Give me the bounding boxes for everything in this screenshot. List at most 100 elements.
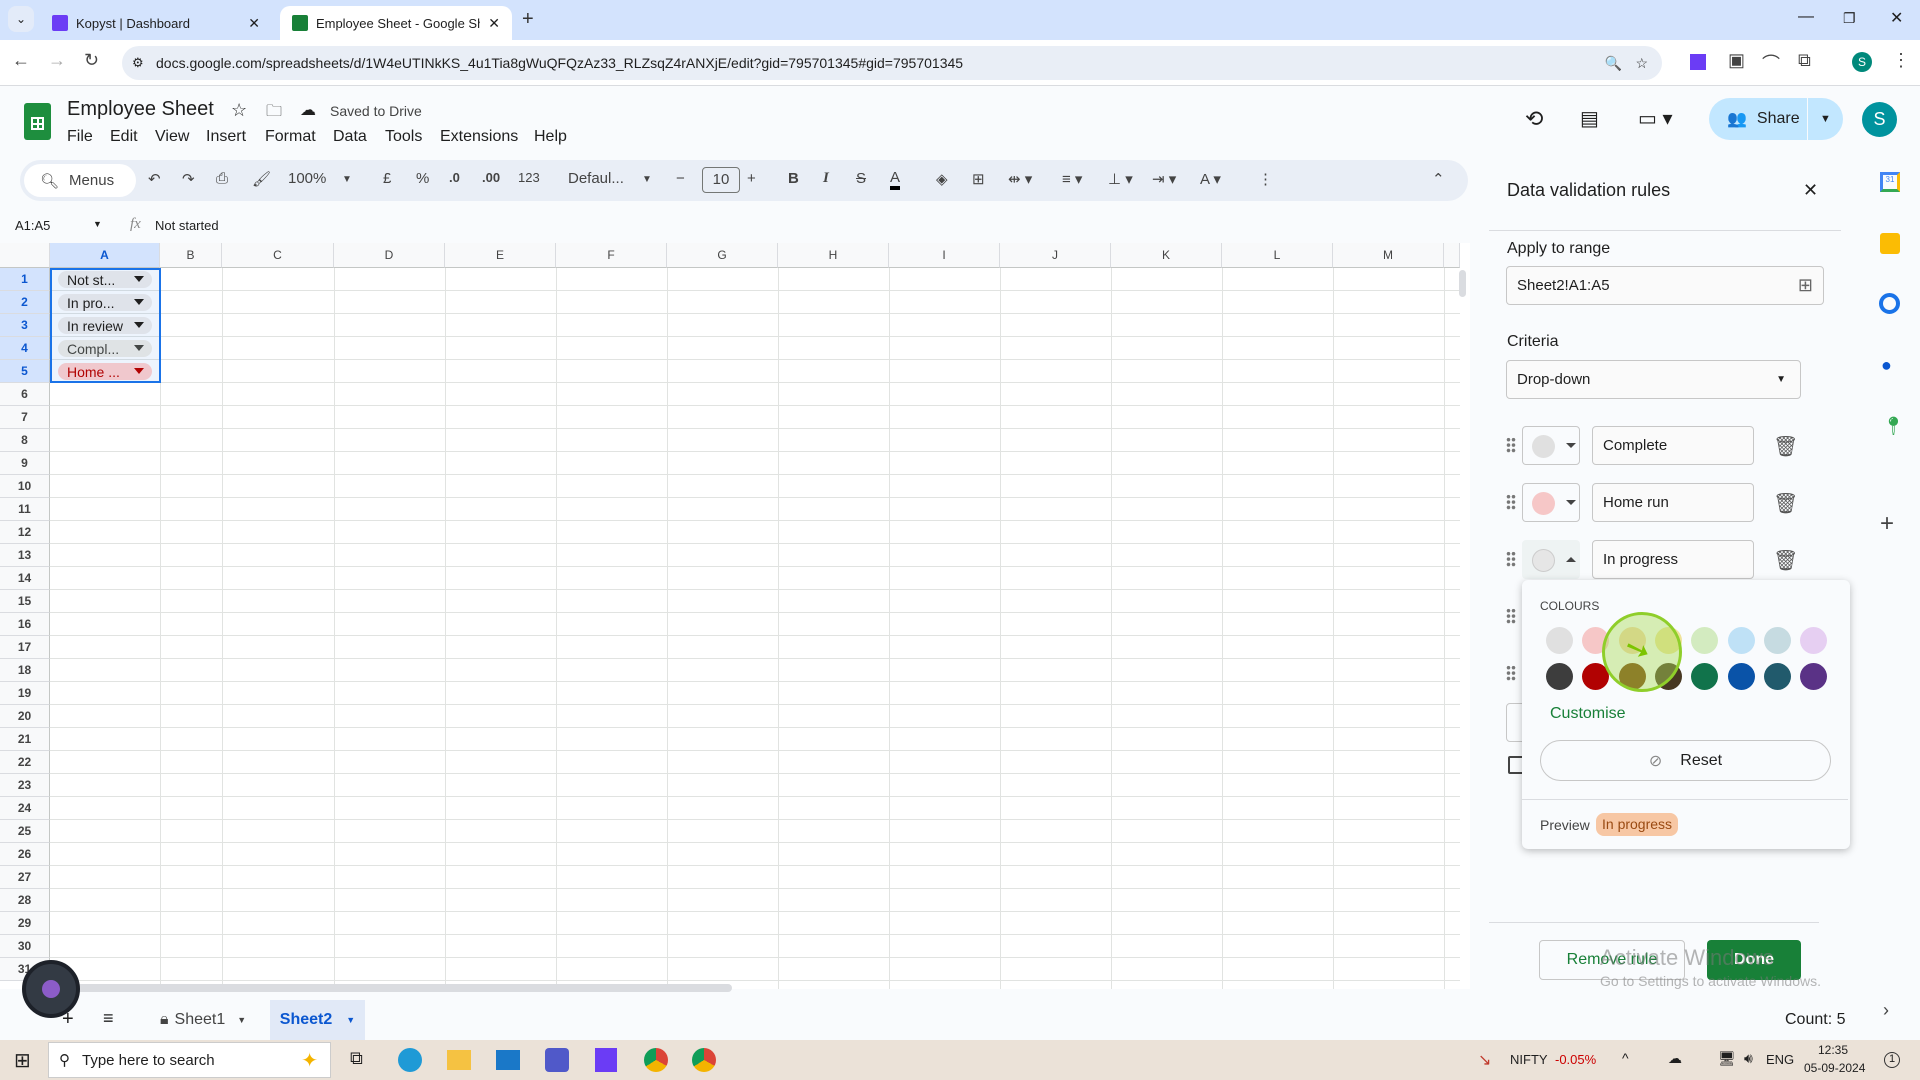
column-header[interactable]: M — [1333, 243, 1444, 268]
url-input[interactable]: ⚙ docs.google.com/spreadsheets/d/1W4eUTI… — [122, 46, 1662, 80]
name-box-dropdown-icon[interactable]: ▼ — [93, 219, 102, 229]
collapse-toolbar-icon[interactable]: ⌃ — [1432, 170, 1445, 188]
chevron-down-icon[interactable] — [134, 368, 144, 374]
keep-icon[interactable] — [1880, 233, 1900, 254]
column-header[interactable]: K — [1111, 243, 1222, 268]
menu-help[interactable]: Help — [534, 128, 567, 146]
row-header[interactable]: 30 — [0, 935, 50, 958]
sheet-tab-sheet2[interactable]: Sheet2 ▼ — [270, 1000, 365, 1040]
extension-icon[interactable]: ▣ — [1728, 50, 1745, 71]
more-options-icon[interactable]: ⋮ — [1258, 170, 1273, 188]
row-header[interactable]: 22 — [0, 751, 50, 774]
contacts-icon[interactable]: ● — [1881, 355, 1892, 376]
increase-decimal[interactable]: .00 — [482, 170, 500, 185]
column-header[interactable]: I — [889, 243, 1000, 268]
sheet-tab-sheet1[interactable]: 🔒︎ Sheet1 ▼ — [160, 1000, 246, 1040]
new-tab-button[interactable]: + — [522, 8, 534, 31]
menu-file[interactable]: File — [67, 128, 93, 146]
menu-data[interactable]: Data — [333, 128, 367, 146]
forward-icon[interactable]: → — [48, 50, 66, 71]
row-header[interactable]: 8 — [0, 429, 50, 452]
zoom-select[interactable]: 100% — [288, 170, 326, 187]
vertical-scrollbar[interactable] — [1459, 270, 1466, 297]
back-icon[interactable]: ← — [12, 50, 30, 71]
comments-icon[interactable]: ▤ — [1580, 106, 1599, 131]
redo-icon[interactable]: ↷ — [182, 170, 195, 188]
menus-search[interactable]: 🔍︎ Menus — [24, 164, 136, 197]
customise-link[interactable]: Customise — [1550, 705, 1626, 723]
edge-icon[interactable] — [398, 1048, 422, 1072]
site-info-icon[interactable]: ⚙ — [132, 55, 144, 71]
paint-format-icon[interactable]: 🖌︎ — [252, 170, 271, 188]
row-header[interactable]: 12 — [0, 521, 50, 544]
chevron-down-icon[interactable] — [134, 299, 144, 305]
colour-swatch-dark[interactable] — [1800, 663, 1828, 690]
dropdown-chip-cell[interactable]: In review — [58, 317, 152, 334]
borders-icon[interactable]: ⊞ — [972, 170, 985, 188]
browser-tab-kopyst[interactable]: Kopyst | Dashboard ✕ — [40, 6, 272, 40]
close-tab-icon[interactable]: ✕ — [248, 15, 260, 32]
row-header[interactable]: 3 — [0, 314, 50, 337]
taskbar-search[interactable]: ⚲ Type here to search ✦ — [48, 1042, 331, 1078]
colour-swatch-dark[interactable] — [1691, 663, 1719, 690]
colour-swatch-light[interactable] — [1763, 627, 1791, 654]
share-options-chevron[interactable]: ▼ — [1807, 98, 1843, 140]
dropdown-chip-cell[interactable]: Home ... — [58, 363, 152, 380]
network-icon[interactable]: 🖥︎ — [1718, 1050, 1736, 1067]
row-header[interactable]: 25 — [0, 820, 50, 843]
drag-handle-icon[interactable] — [1506, 437, 1516, 453]
decrease-font-size[interactable]: − — [676, 170, 685, 187]
reload-icon[interactable]: ↻ — [84, 50, 99, 71]
drag-handle-icon[interactable] — [1506, 551, 1516, 567]
horizontal-scrollbar[interactable] — [60, 984, 732, 992]
item-colour-button[interactable] — [1522, 483, 1580, 522]
language-indicator[interactable]: ENG — [1766, 1052, 1794, 1067]
get-addons-icon[interactable]: + — [1880, 510, 1894, 538]
column-header[interactable]: H — [778, 243, 889, 268]
delete-icon[interactable]: 🗑︎ — [1773, 434, 1798, 459]
chevron-down-icon[interactable] — [134, 276, 144, 282]
fill-color-icon[interactable]: ◈ — [936, 170, 948, 188]
close-panel-icon[interactable]: ✕ — [1803, 180, 1818, 201]
row-header[interactable]: 16 — [0, 613, 50, 636]
row-header[interactable]: 13 — [0, 544, 50, 567]
mail-icon[interactable] — [496, 1050, 520, 1070]
strikethrough-icon[interactable]: S — [856, 170, 866, 187]
row-header[interactable]: 15 — [0, 590, 50, 613]
chevron-down-icon[interactable] — [134, 322, 144, 328]
calendar-icon[interactable]: 31 — [1880, 172, 1900, 192]
menu-format[interactable]: Format — [265, 128, 316, 146]
share-button[interactable]: 👥 Share ▼ — [1709, 98, 1843, 140]
item-value-input[interactable]: Complete — [1592, 426, 1754, 465]
colour-swatch-light[interactable] — [1691, 627, 1719, 654]
profile-avatar[interactable]: S — [1852, 52, 1872, 72]
colour-swatch-dark[interactable] — [1727, 663, 1755, 690]
column-header[interactable]: J — [1000, 243, 1111, 268]
row-header[interactable]: 7 — [0, 406, 50, 429]
zoom-icon[interactable]: 🔍 — [1605, 55, 1622, 72]
extensions-puzzle-icon[interactable]: ⧉ — [1798, 50, 1811, 71]
column-header[interactable]: D — [334, 243, 445, 268]
column-header[interactable]: C — [222, 243, 334, 268]
row-header[interactable]: 19 — [0, 682, 50, 705]
range-input[interactable]: Sheet2!A1:A5 ⊞ — [1506, 266, 1824, 305]
close-tab-icon[interactable]: ✕ — [488, 15, 500, 32]
menu-view[interactable]: View — [155, 128, 189, 146]
row-header[interactable]: 2 — [0, 291, 50, 314]
item-value-input[interactable]: Home run — [1592, 483, 1754, 522]
delete-icon[interactable]: 🗑︎ — [1773, 491, 1798, 516]
row-header[interactable]: 28 — [0, 889, 50, 912]
file-explorer-icon[interactable] — [447, 1050, 471, 1070]
windows-start-icon[interactable]: ⊞ — [14, 1048, 31, 1073]
colour-swatch-light[interactable] — [1800, 627, 1828, 654]
percent-format[interactable]: % — [416, 170, 429, 187]
colour-swatch-light[interactable] — [1727, 627, 1755, 654]
maps-icon[interactable]: 📍︎ — [1882, 416, 1905, 437]
selection-count[interactable]: Count: 5 — [1785, 1011, 1845, 1029]
row-header[interactable]: 9 — [0, 452, 50, 475]
row-header[interactable]: 11 — [0, 498, 50, 521]
horizontal-align-icon[interactable]: ≡ ▾ — [1062, 170, 1082, 188]
item-value-input[interactable]: In progress — [1592, 540, 1754, 579]
formula-input[interactable]: Not started — [155, 218, 219, 233]
kopyst-app-icon[interactable] — [595, 1048, 617, 1072]
